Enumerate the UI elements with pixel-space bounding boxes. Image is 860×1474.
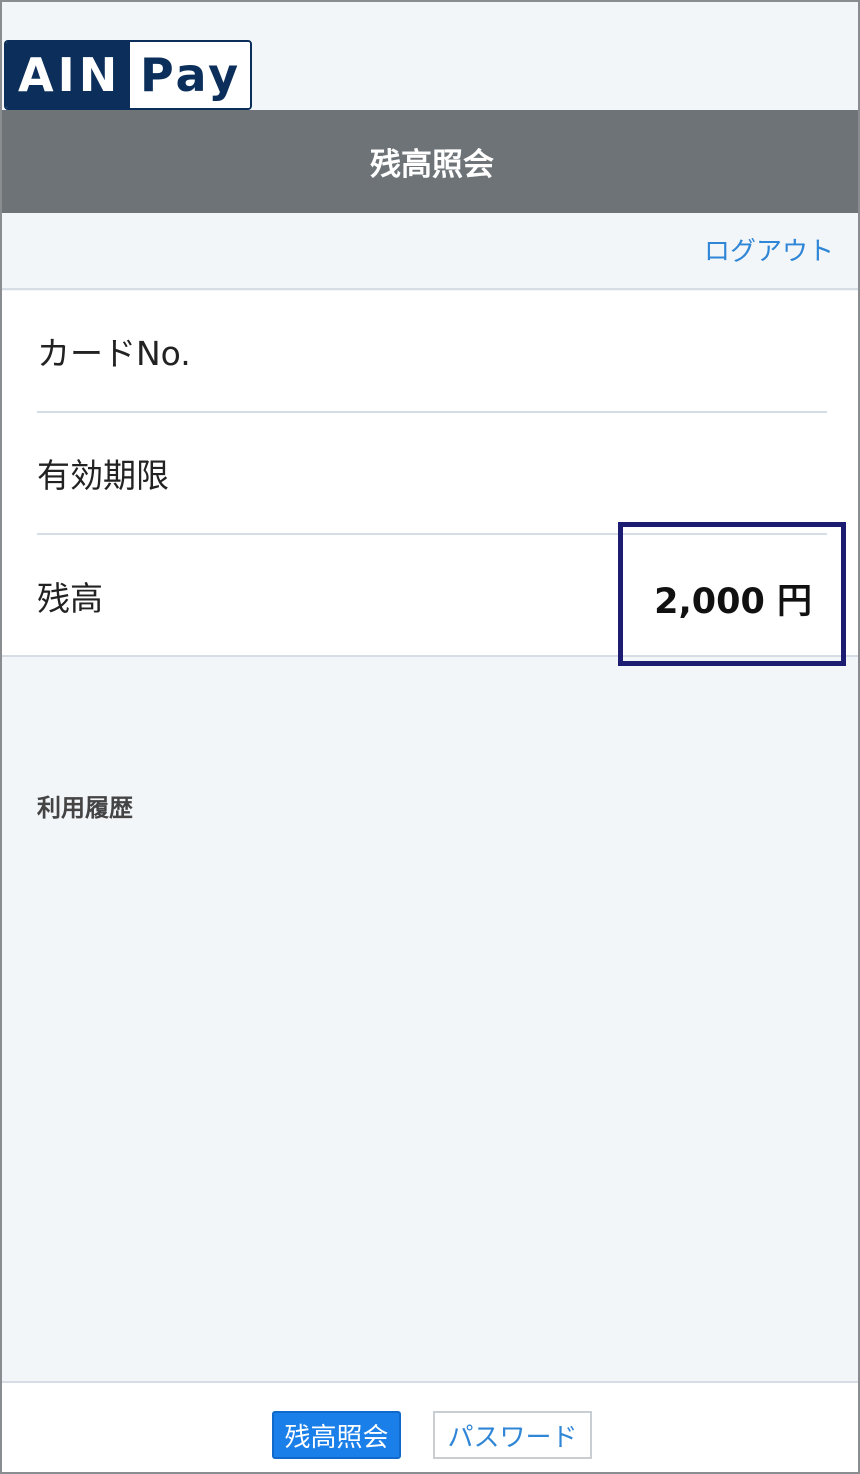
logo-pay-text: Pay	[130, 42, 250, 108]
tab-password[interactable]: パスワード	[433, 1411, 592, 1459]
history-heading: 利用履歴	[37, 794, 133, 822]
balance-value: 2,000 円	[654, 582, 812, 622]
expiry-label: 有効期限	[37, 456, 169, 495]
logo-ain-text: AIN	[6, 42, 130, 108]
expiry-row: 有効期限	[37, 413, 827, 535]
page-title: 残高照会	[370, 147, 494, 183]
tab-balance-inquiry[interactable]: 残高照会	[272, 1411, 401, 1459]
ainpay-logo: AIN Pay	[4, 40, 252, 110]
page-header: 残高照会	[2, 110, 858, 213]
balance-label: 残高	[37, 579, 103, 618]
logout-row: ログアウト	[2, 213, 858, 290]
card-number-label: カードNo.	[37, 334, 191, 373]
app-frame: AIN Pay 残高照会 ログアウト カードNo. 有効期限 残高 2,000 …	[0, 0, 860, 1474]
logout-link[interactable]: ログアウト	[704, 231, 834, 268]
footer-nav: 残高照会 パスワード	[2, 1381, 858, 1472]
card-number-row: カードNo.	[37, 291, 827, 413]
